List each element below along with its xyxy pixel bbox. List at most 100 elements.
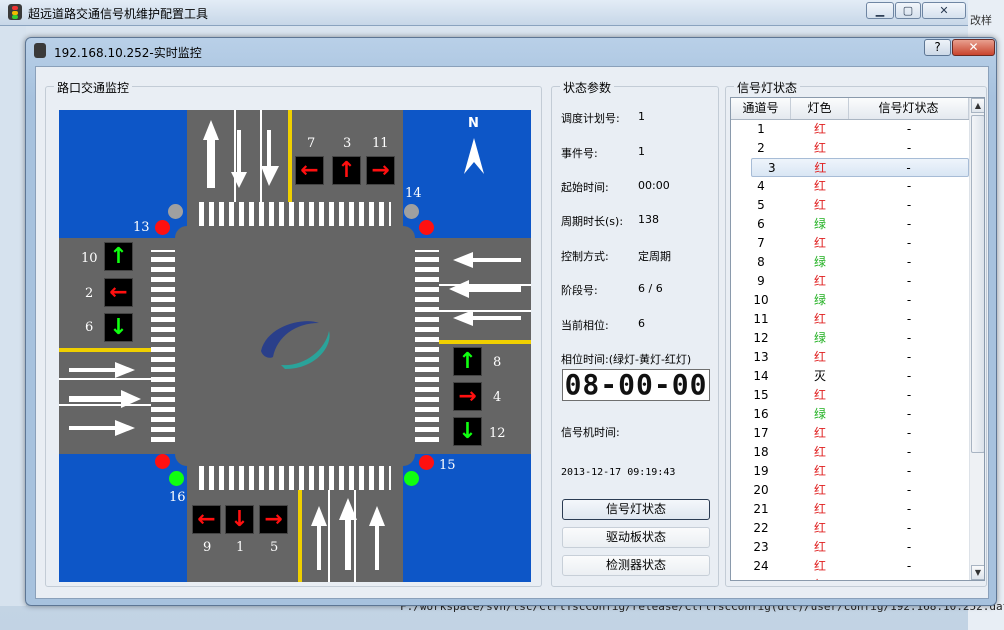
light-status-button[interactable]: 信号灯状态 — [562, 499, 710, 520]
signal-head-straight: ↑ — [332, 156, 361, 185]
table-row[interactable]: 19 红 - — [731, 462, 969, 481]
crosswalk-east — [415, 250, 439, 442]
table-row[interactable]: 18 红 - — [731, 443, 969, 462]
channel-cell: 21 — [753, 502, 769, 516]
color-cell: 红 — [813, 521, 826, 535]
channel-cell: 5 — [757, 198, 765, 212]
color-cell: 红 — [813, 388, 826, 402]
table-row[interactable]: 5 红 - — [731, 196, 969, 215]
table-row[interactable]: 22 红 - — [731, 519, 969, 538]
table-row[interactable]: 4 红 - — [731, 177, 969, 196]
minimize-button[interactable]: ▁ — [866, 2, 894, 19]
table-row[interactable]: 25红- — [731, 576, 969, 580]
table-row[interactable]: 14 灭 - — [731, 367, 969, 386]
table-row[interactable]: 13 红 - — [731, 348, 969, 367]
list-header: 通道号 灯色 信号灯状态 — [731, 98, 969, 120]
traffic-light-icon — [8, 4, 22, 20]
channel-label: 11 — [372, 136, 389, 151]
channel-cell: 1 — [757, 122, 765, 136]
crosswalk-south — [199, 466, 391, 490]
channel-cell: 7 — [757, 236, 765, 250]
bg-text-top: 改样 — [970, 14, 992, 27]
color-cell: 绿 — [813, 217, 826, 231]
table-row[interactable]: 20 红 - — [731, 481, 969, 500]
scroll-down-icon[interactable]: ▼ — [971, 565, 984, 580]
channel-label: 10 — [81, 251, 98, 266]
channel-cell: 20 — [753, 483, 769, 497]
table-row[interactable]: 1 红 - — [731, 120, 969, 139]
scrollbar[interactable]: ▲ ▼ — [969, 98, 984, 580]
main-close-button[interactable]: ✕ — [922, 2, 966, 19]
column-header-state[interactable]: 信号灯状态 — [849, 98, 969, 119]
table-row[interactable]: 23 红 - — [731, 538, 969, 557]
table-row[interactable]: 12 绿 - — [731, 329, 969, 348]
channel-label: 5 — [270, 540, 279, 555]
params-label: 状态参数 — [560, 79, 615, 96]
channel-cell: 18 — [753, 445, 769, 459]
table-row[interactable]: 9 红 - — [731, 272, 969, 291]
color-cell: 红 — [813, 179, 826, 193]
color-cell: 红 — [813, 350, 826, 364]
table-row[interactable]: 17 红 - — [731, 424, 969, 443]
phase-time-display: 08-00-00 — [562, 369, 710, 401]
channel-label: 3 — [343, 136, 352, 151]
channel-label: 7 — [307, 136, 316, 151]
light-status-group: 信号灯状态 通道号 灯色 信号灯状态 1红-2红-3红-4红-5红-6绿-7红-… — [725, 79, 987, 587]
maximize-button[interactable]: ▢ — [895, 2, 921, 19]
table-row[interactable]: 21 红 - — [731, 500, 969, 519]
channel-label: 9 — [203, 540, 212, 555]
table-row[interactable]: 2 红 - — [731, 139, 969, 158]
color-cell: 绿 — [813, 407, 826, 421]
table-row[interactable]: 7 红 - — [731, 234, 969, 253]
color-cell: 红 — [813, 483, 826, 497]
state-cell: - — [906, 312, 912, 326]
state-cell: - — [906, 502, 912, 516]
channel-label: 6 — [85, 320, 94, 335]
signal-head-right: → — [259, 505, 288, 534]
column-header-color[interactable]: 灯色 — [791, 98, 849, 119]
dialog-close-button[interactable]: ✕ — [952, 39, 995, 56]
table-row[interactable]: 11 红 - — [731, 310, 969, 329]
help-button[interactable]: ? — [924, 39, 951, 56]
state-cell: - — [906, 426, 912, 440]
corner-label-15: 15 — [439, 458, 456, 473]
road-arrow — [453, 252, 521, 268]
table-row[interactable]: 16 绿 - — [731, 405, 969, 424]
signal-head-right: → — [366, 156, 395, 185]
table-row[interactable]: 15 红 - — [731, 386, 969, 405]
plan-label: 调度计划号: — [561, 112, 620, 125]
corner-label-14: 14 — [405, 186, 422, 201]
road-arrow — [69, 390, 141, 408]
table-row[interactable]: 6 绿 - — [731, 215, 969, 234]
scroll-thumb[interactable] — [971, 115, 984, 453]
corner-se — [391, 442, 415, 466]
phase-time-label: 相位时间:(绿灯-黄灯-红灯) — [561, 353, 692, 366]
crosswalk-north — [199, 202, 391, 226]
table-row[interactable]: 3 红 - — [751, 158, 969, 177]
color-cell: 红 — [813, 464, 826, 478]
channel-cell: 9 — [757, 274, 765, 288]
state-cell: - — [906, 464, 912, 478]
color-cell: 红 — [813, 198, 826, 212]
clock-label: 信号机时间: — [561, 426, 620, 439]
driver-status-button[interactable]: 驱动板状态 — [562, 527, 710, 548]
center-line-east — [439, 340, 531, 344]
pedestrian-signal-14 — [419, 220, 434, 235]
mode-label: 控制方式: — [561, 250, 609, 263]
traffic-light-icon — [34, 43, 46, 58]
column-header-channel[interactable]: 通道号 — [731, 98, 791, 119]
pedestrian-signal-16 — [155, 454, 170, 469]
table-row[interactable]: 8 绿 - — [731, 253, 969, 272]
detector-status-button[interactable]: 检测器状态 — [562, 555, 710, 576]
state-cell: - — [906, 274, 912, 288]
table-row[interactable]: 24 红 - — [731, 557, 969, 576]
table-row[interactable]: 10 绿 - — [731, 291, 969, 310]
scroll-up-icon[interactable]: ▲ — [971, 98, 984, 113]
color-cell: 红 — [813, 122, 826, 136]
state-cell: - — [906, 521, 912, 535]
color-cell: 红 — [813, 559, 826, 573]
north-label: N — [468, 116, 479, 131]
state-cell: - — [906, 179, 912, 193]
state-cell: - — [906, 198, 912, 212]
signal-head-right: ↓ — [104, 313, 133, 342]
